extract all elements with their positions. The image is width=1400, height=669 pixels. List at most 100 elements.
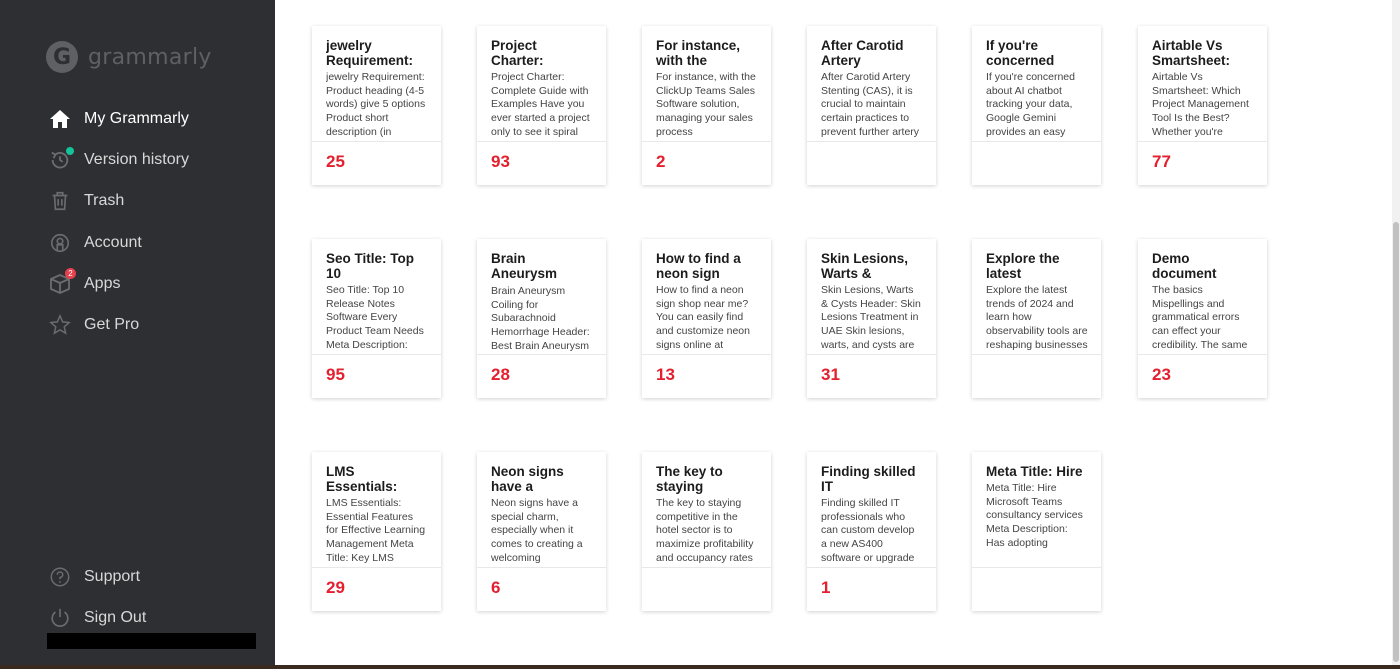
document-excerpt: LMS Essentials: Essential Features for E… — [326, 497, 426, 566]
apps-icon: 2 — [48, 268, 76, 296]
document-card[interactable]: jewelry Requirement: jewelry Requirement:… — [312, 26, 441, 185]
grammarly-logo[interactable]: G grammarly — [46, 41, 212, 73]
document-title: The key to staying — [656, 464, 723, 494]
sidebar-item-label: Sign Out — [84, 609, 147, 626]
document-excerpt: After Carotid Artery Stenting (CAS), it … — [821, 71, 920, 140]
document-card[interactable]: After Carotid Artery After Carotid Artery… — [807, 26, 936, 185]
document-preview: Skin Lesions, Warts & Skin Lesions, Warts… — [807, 239, 936, 355]
logo-text: grammarly — [88, 44, 212, 70]
document-title: Explore the latest — [986, 251, 1060, 281]
document-score: 93 — [491, 152, 510, 171]
document-score: 25 — [326, 152, 345, 171]
sidebar-item-trash[interactable]: Trash — [48, 189, 124, 213]
document-title: Airtable Vs Smartsheet: — [1152, 38, 1231, 68]
document-excerpt: Meta Title: Hire Microsoft Teams consult… — [986, 482, 1083, 551]
document-title: Project Charter: — [491, 38, 544, 68]
sidebar-item-version-history[interactable]: Version history — [48, 147, 189, 172]
document-preview: LMS Essentials: LMS Essentials: Essential… — [312, 452, 441, 568]
sidebar-item-my-grammarly[interactable]: My Grammarly — [48, 107, 189, 131]
document-title: Brain Aneurysm Coiling — [491, 251, 558, 282]
document-excerpt: Airtable Vs Smartsheet: Which Project Ma… — [1152, 71, 1249, 138]
document-card[interactable]: Explore the latest Explore the latest tre… — [972, 239, 1101, 398]
sidebar-item-label: Account — [84, 234, 142, 251]
document-card[interactable]: LMS Essentials: LMS Essentials: Essential… — [312, 452, 441, 611]
document-card[interactable]: Skin Lesions, Warts & Skin Lesions, Warts… — [807, 239, 936, 398]
document-score: 1 — [821, 578, 831, 597]
document-excerpt: If you're concerned about AI chatbot tra… — [986, 71, 1075, 140]
document-preview: Neon signs have a Neon signs have a speci… — [477, 452, 606, 568]
document-preview: Airtable Vs Smartsheet: Airtable Vs Smart… — [1138, 26, 1267, 142]
document-excerpt: Project Charter: Complete Guide with Exa… — [491, 71, 590, 140]
document-score: 6 — [491, 578, 501, 597]
document-preview: How to find a neon sign How to find a neo… — [642, 239, 771, 355]
document-score: 77 — [1152, 152, 1171, 171]
document-excerpt: Skin Lesions, Warts & Cysts Header: Skin… — [821, 284, 921, 351]
version-history-icon — [48, 147, 74, 172]
document-title: After Carotid Artery — [821, 38, 904, 68]
scrollbar[interactable] — [1392, 0, 1400, 669]
sidebar-item-apps[interactable]: 2 Apps — [48, 268, 121, 296]
document-title: Seo Title: Top 10 — [326, 251, 415, 281]
document-card[interactable]: The key to staying The key to staying com… — [642, 452, 771, 611]
sidebar-item-get-pro[interactable]: Get Pro — [48, 313, 139, 337]
document-card[interactable]: Brain Aneurysm CoilingBrain Aneurysm Coi… — [477, 239, 606, 398]
document-title: Meta Title: Hire — [986, 464, 1083, 479]
window-bottom-edge — [0, 665, 1400, 669]
document-score: 28 — [491, 365, 510, 384]
document-card[interactable]: How to find a neon sign How to find a neo… — [642, 239, 771, 398]
document-excerpt: How to find a neon sign shop near me? Yo… — [656, 284, 750, 351]
sidebar-item-label: My Grammarly — [84, 110, 189, 127]
document-score: 29 — [326, 578, 345, 597]
document-preview: Demo document The basics Mispellings and … — [1138, 239, 1267, 355]
document-title: Finding skilled IT — [821, 464, 916, 494]
document-card[interactable]: If you're concerned If you're concerned a… — [972, 26, 1101, 185]
document-card[interactable]: For instance, with the For instance, with… — [642, 26, 771, 185]
document-title: If you're concerned — [986, 38, 1055, 68]
grammarly-logo-icon: G — [46, 41, 78, 73]
sidebar-item-support[interactable]: Support — [48, 565, 140, 589]
document-title: jewelry Requirement: — [326, 38, 414, 68]
home-icon — [48, 107, 72, 131]
document-score: 95 — [326, 365, 345, 384]
document-card[interactable]: Project Charter: Project Charter: Complet… — [477, 26, 606, 185]
document-excerpt: The basics Mispellings and grammatical e… — [1152, 284, 1248, 351]
trash-icon — [48, 189, 72, 213]
document-title: For instance, with the — [656, 38, 741, 68]
document-card[interactable]: Meta Title: Hire Meta Title: Hire Microso… — [972, 452, 1101, 611]
document-excerpt: jewelry Requirement: Product heading (4-… — [326, 71, 426, 138]
sidebar: G grammarly My Grammarly Version history… — [0, 0, 275, 669]
document-preview: Finding skilled IT Finding skilled IT pro… — [807, 452, 936, 568]
document-card[interactable]: Finding skilled IT Finding skilled IT pro… — [807, 452, 936, 611]
update-dot — [66, 147, 74, 155]
document-score: 31 — [821, 365, 840, 384]
redacted-user-email — [47, 633, 256, 649]
document-excerpt: Seo Title: Top 10 Release Notes Software… — [326, 284, 424, 351]
document-card[interactable]: Neon signs have a Neon signs have a speci… — [477, 452, 606, 611]
document-card[interactable]: Demo document The basics Mispellings and … — [1138, 239, 1267, 398]
document-preview: Seo Title: Top 10 Seo Title: Top 10 Relea… — [312, 239, 441, 355]
sidebar-item-label: Version history — [84, 151, 189, 168]
document-preview: Project Charter: Project Charter: Complet… — [477, 26, 606, 142]
star-icon — [48, 313, 72, 337]
document-card[interactable]: Seo Title: Top 10 Seo Title: Top 10 Relea… — [312, 239, 441, 398]
documents-area: jewelry Requirement: jewelry Requirement:… — [275, 0, 1400, 669]
document-title: LMS Essentials: — [326, 464, 398, 494]
document-excerpt: Explore the latest trends of 2024 and le… — [986, 284, 1088, 353]
document-title: How to find a neon sign — [656, 251, 741, 281]
document-score: 13 — [656, 365, 675, 384]
document-excerpt: The key to staying competitive in the ho… — [656, 497, 754, 566]
document-preview: The key to staying The key to staying com… — [642, 452, 771, 568]
document-card[interactable]: Airtable Vs Smartsheet: Airtable Vs Smart… — [1138, 26, 1267, 185]
document-title: Skin Lesions, Warts & — [821, 251, 909, 281]
document-preview: If you're concerned If you're concerned a… — [972, 26, 1101, 142]
document-preview: jewelry Requirement: jewelry Requirement:… — [312, 26, 441, 142]
sidebar-item-account[interactable]: Account — [48, 231, 142, 255]
sidebar-item-sign-out[interactable]: Sign Out — [48, 606, 146, 630]
document-excerpt: Neon signs have a special charm, especia… — [491, 497, 583, 564]
help-icon — [48, 565, 72, 589]
power-icon — [48, 606, 72, 630]
document-preview: Brain Aneurysm CoilingBrain Aneurysm Coi… — [477, 239, 606, 355]
document-preview: For instance, with the For instance, with… — [642, 26, 771, 142]
sidebar-item-label: Apps — [84, 275, 121, 292]
scrollbar-thumb[interactable] — [1393, 222, 1399, 662]
